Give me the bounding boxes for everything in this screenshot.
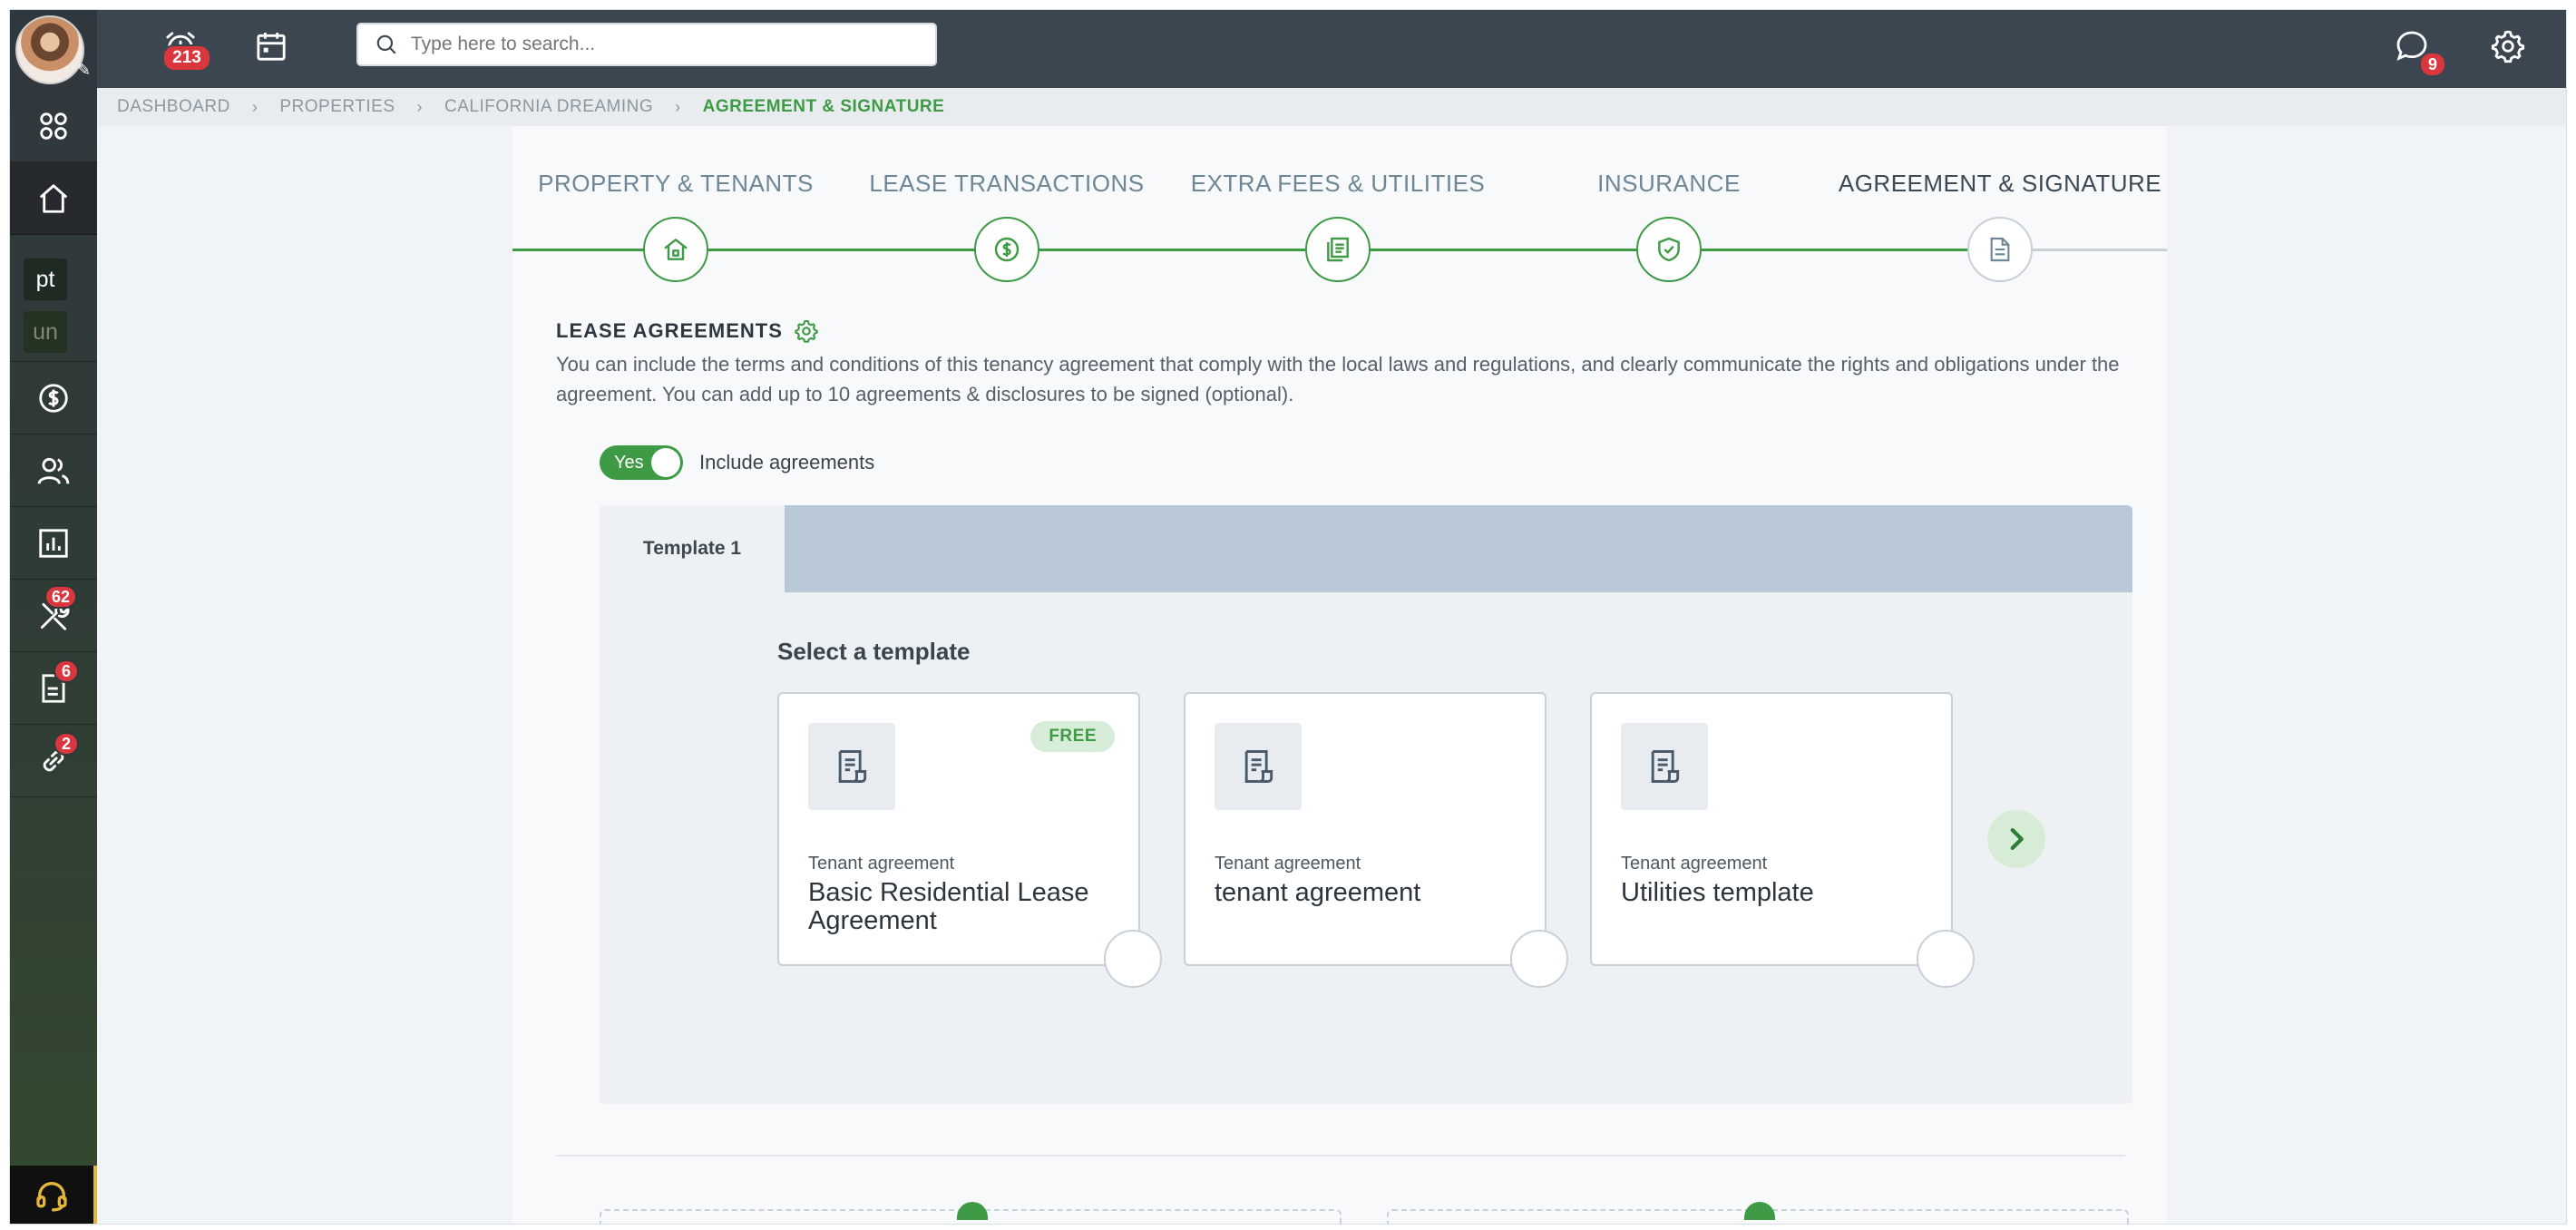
sidebar-item-apps[interactable] (10, 90, 97, 162)
search-icon (376, 34, 396, 54)
template-category: Tenant agreement (1215, 854, 1361, 874)
lease-agreements-title: LEASE AGREEMENTS (556, 319, 783, 342)
add-icon (957, 1202, 988, 1220)
sidebar-item-documents[interactable]: 6 (10, 652, 97, 725)
dollar-circle-icon (39, 383, 68, 413)
step-extra-fees[interactable] (1305, 217, 1371, 282)
step-insurance[interactable] (1636, 217, 1702, 282)
step-label-insurance[interactable]: INSURANCE (1506, 170, 1832, 198)
step-label-property-tenants[interactable]: PROPERTY & TENANTS (512, 170, 839, 198)
template-name: Utilities template (1621, 878, 1814, 907)
chevron-right-icon: › (675, 97, 681, 116)
shield-check-icon (1658, 237, 1680, 262)
search-bar[interactable] (356, 23, 937, 66)
app-window: ✎ pt un 62 6 2 213 Type here to search..… (9, 9, 2567, 1225)
breadcrumb-current: AGREEMENT & SIGNATURE (702, 97, 945, 116)
template-card-basic-residential[interactable]: FREE Tenant agreement Basic Residential … (777, 692, 1162, 988)
gear-icon (2491, 30, 2525, 63)
breadcrumb-properties[interactable]: PROPERTIES (279, 97, 395, 117)
sidebar-item-maintenance[interactable]: 62 (10, 580, 97, 652)
toggle-yes-label: Yes (614, 453, 644, 473)
step-label-lease-transactions[interactable]: LEASE TRANSACTIONS (844, 170, 1170, 198)
template-select-radio[interactable] (1510, 930, 1568, 988)
stepper-progress-line (512, 249, 1986, 251)
apps-grid-icon (40, 112, 67, 140)
dollar-circle-icon (994, 237, 1020, 262)
include-agreements-toggle[interactable]: Yes (600, 445, 683, 480)
sidebar-item-tags: pt un (10, 237, 97, 362)
documents-badge: 6 (54, 659, 79, 683)
template-panel: Template 1 Select a template FREE Tenant… (600, 505, 2132, 1104)
search-input[interactable] (411, 34, 919, 55)
section-divider (556, 1155, 2125, 1157)
template-name: Basic Residential Lease Agreement (808, 878, 1089, 935)
sidebar-item-home[interactable] (10, 162, 97, 235)
documents-icon (1327, 237, 1349, 262)
template-card-tenant-agreement[interactable]: Tenant agreement tenant agreement (1184, 692, 1568, 988)
gear-icon[interactable] (794, 318, 819, 344)
users-icon (37, 457, 70, 484)
toggle-knob (651, 448, 680, 477)
document-icon (1244, 750, 1273, 783)
wizard-card: PROPERTY & TENANTS LEASE TRANSACTIONS EX… (512, 126, 2167, 1224)
document-icon (838, 750, 867, 783)
maintenance-badge: 62 (44, 585, 78, 609)
template-thumbnail (808, 723, 895, 810)
alarm-badge: 213 (162, 44, 211, 72)
breadcrumb-property[interactable]: CALIFORNIA DREAMING (444, 97, 653, 117)
chevron-right-icon (2010, 827, 2024, 851)
headset-icon (36, 1182, 67, 1212)
chevron-right-icon: › (416, 97, 423, 116)
house-icon (664, 239, 688, 260)
step-label-agreement-signature[interactable]: AGREEMENT & SIGNATURE (1837, 170, 2163, 198)
template-card-utilities[interactable]: Tenant agreement Utilities template (1590, 692, 1975, 988)
breadcrumb-dashboard[interactable]: DASHBOARD (117, 97, 230, 117)
tag-pt[interactable]: pt (24, 259, 67, 300)
step-label-extra-fees[interactable]: EXTRA FEES & UTILITIES (1175, 170, 1501, 198)
sidebar-item-links[interactable]: 2 (10, 725, 97, 797)
document-icon (1990, 237, 2010, 262)
user-avatar[interactable] (15, 15, 84, 84)
tab-template-1[interactable]: Template 1 (600, 505, 785, 592)
add-icon (1744, 1202, 1775, 1220)
add-disclosure-box[interactable] (1387, 1202, 2129, 1224)
chevron-right-icon: › (251, 97, 259, 116)
template-category: Tenant agreement (808, 854, 955, 874)
step-agreement-signature[interactable] (1967, 217, 2033, 282)
document-icon (1651, 750, 1680, 783)
step-property-tenants[interactable] (643, 217, 708, 282)
free-badge: FREE (1030, 721, 1115, 752)
pin-icon: ✎ (77, 61, 92, 79)
tag-un[interactable]: un (24, 311, 67, 353)
links-badge: 2 (54, 732, 79, 756)
calendar-icon (257, 33, 286, 61)
template-select-radio[interactable] (1917, 930, 1975, 988)
settings-button[interactable] (2488, 26, 2528, 66)
template-thumbnail (1215, 723, 1302, 810)
next-templates-button[interactable] (1987, 810, 2045, 868)
section-description: You can include the terms and conditions… (556, 353, 2120, 405)
section-title: LEASE AGREEMENTS (556, 318, 819, 344)
step-lease-transactions[interactable] (974, 217, 1039, 282)
template-name: tenant agreement (1215, 878, 1421, 907)
sidebar-item-reports[interactable] (10, 507, 97, 580)
sidebar-item-finance[interactable] (10, 362, 97, 434)
bar-chart-icon (39, 528, 68, 558)
breadcrumb: DASHBOARD › PROPERTIES › CALIFORNIA DREA… (97, 88, 2566, 126)
top-header: 213 9 (97, 10, 2566, 88)
template-category: Tenant agreement (1621, 854, 1768, 874)
template-tab-strip: Template 1 (600, 505, 2132, 592)
messages-badge: 9 (2419, 52, 2446, 77)
include-agreements-label: Include agreements (699, 451, 875, 473)
calendar-button[interactable] (251, 26, 291, 66)
sidebar-item-users[interactable] (10, 434, 97, 507)
template-thumbnail (1621, 723, 1708, 810)
support-button[interactable] (10, 1166, 97, 1224)
sidebar: ✎ pt un 62 6 2 (10, 10, 97, 1224)
add-agreement-box[interactable] (600, 1202, 1342, 1224)
home-icon (39, 183, 68, 213)
template-select-radio[interactable] (1104, 930, 1162, 988)
select-template-title: Select a template (777, 638, 971, 665)
